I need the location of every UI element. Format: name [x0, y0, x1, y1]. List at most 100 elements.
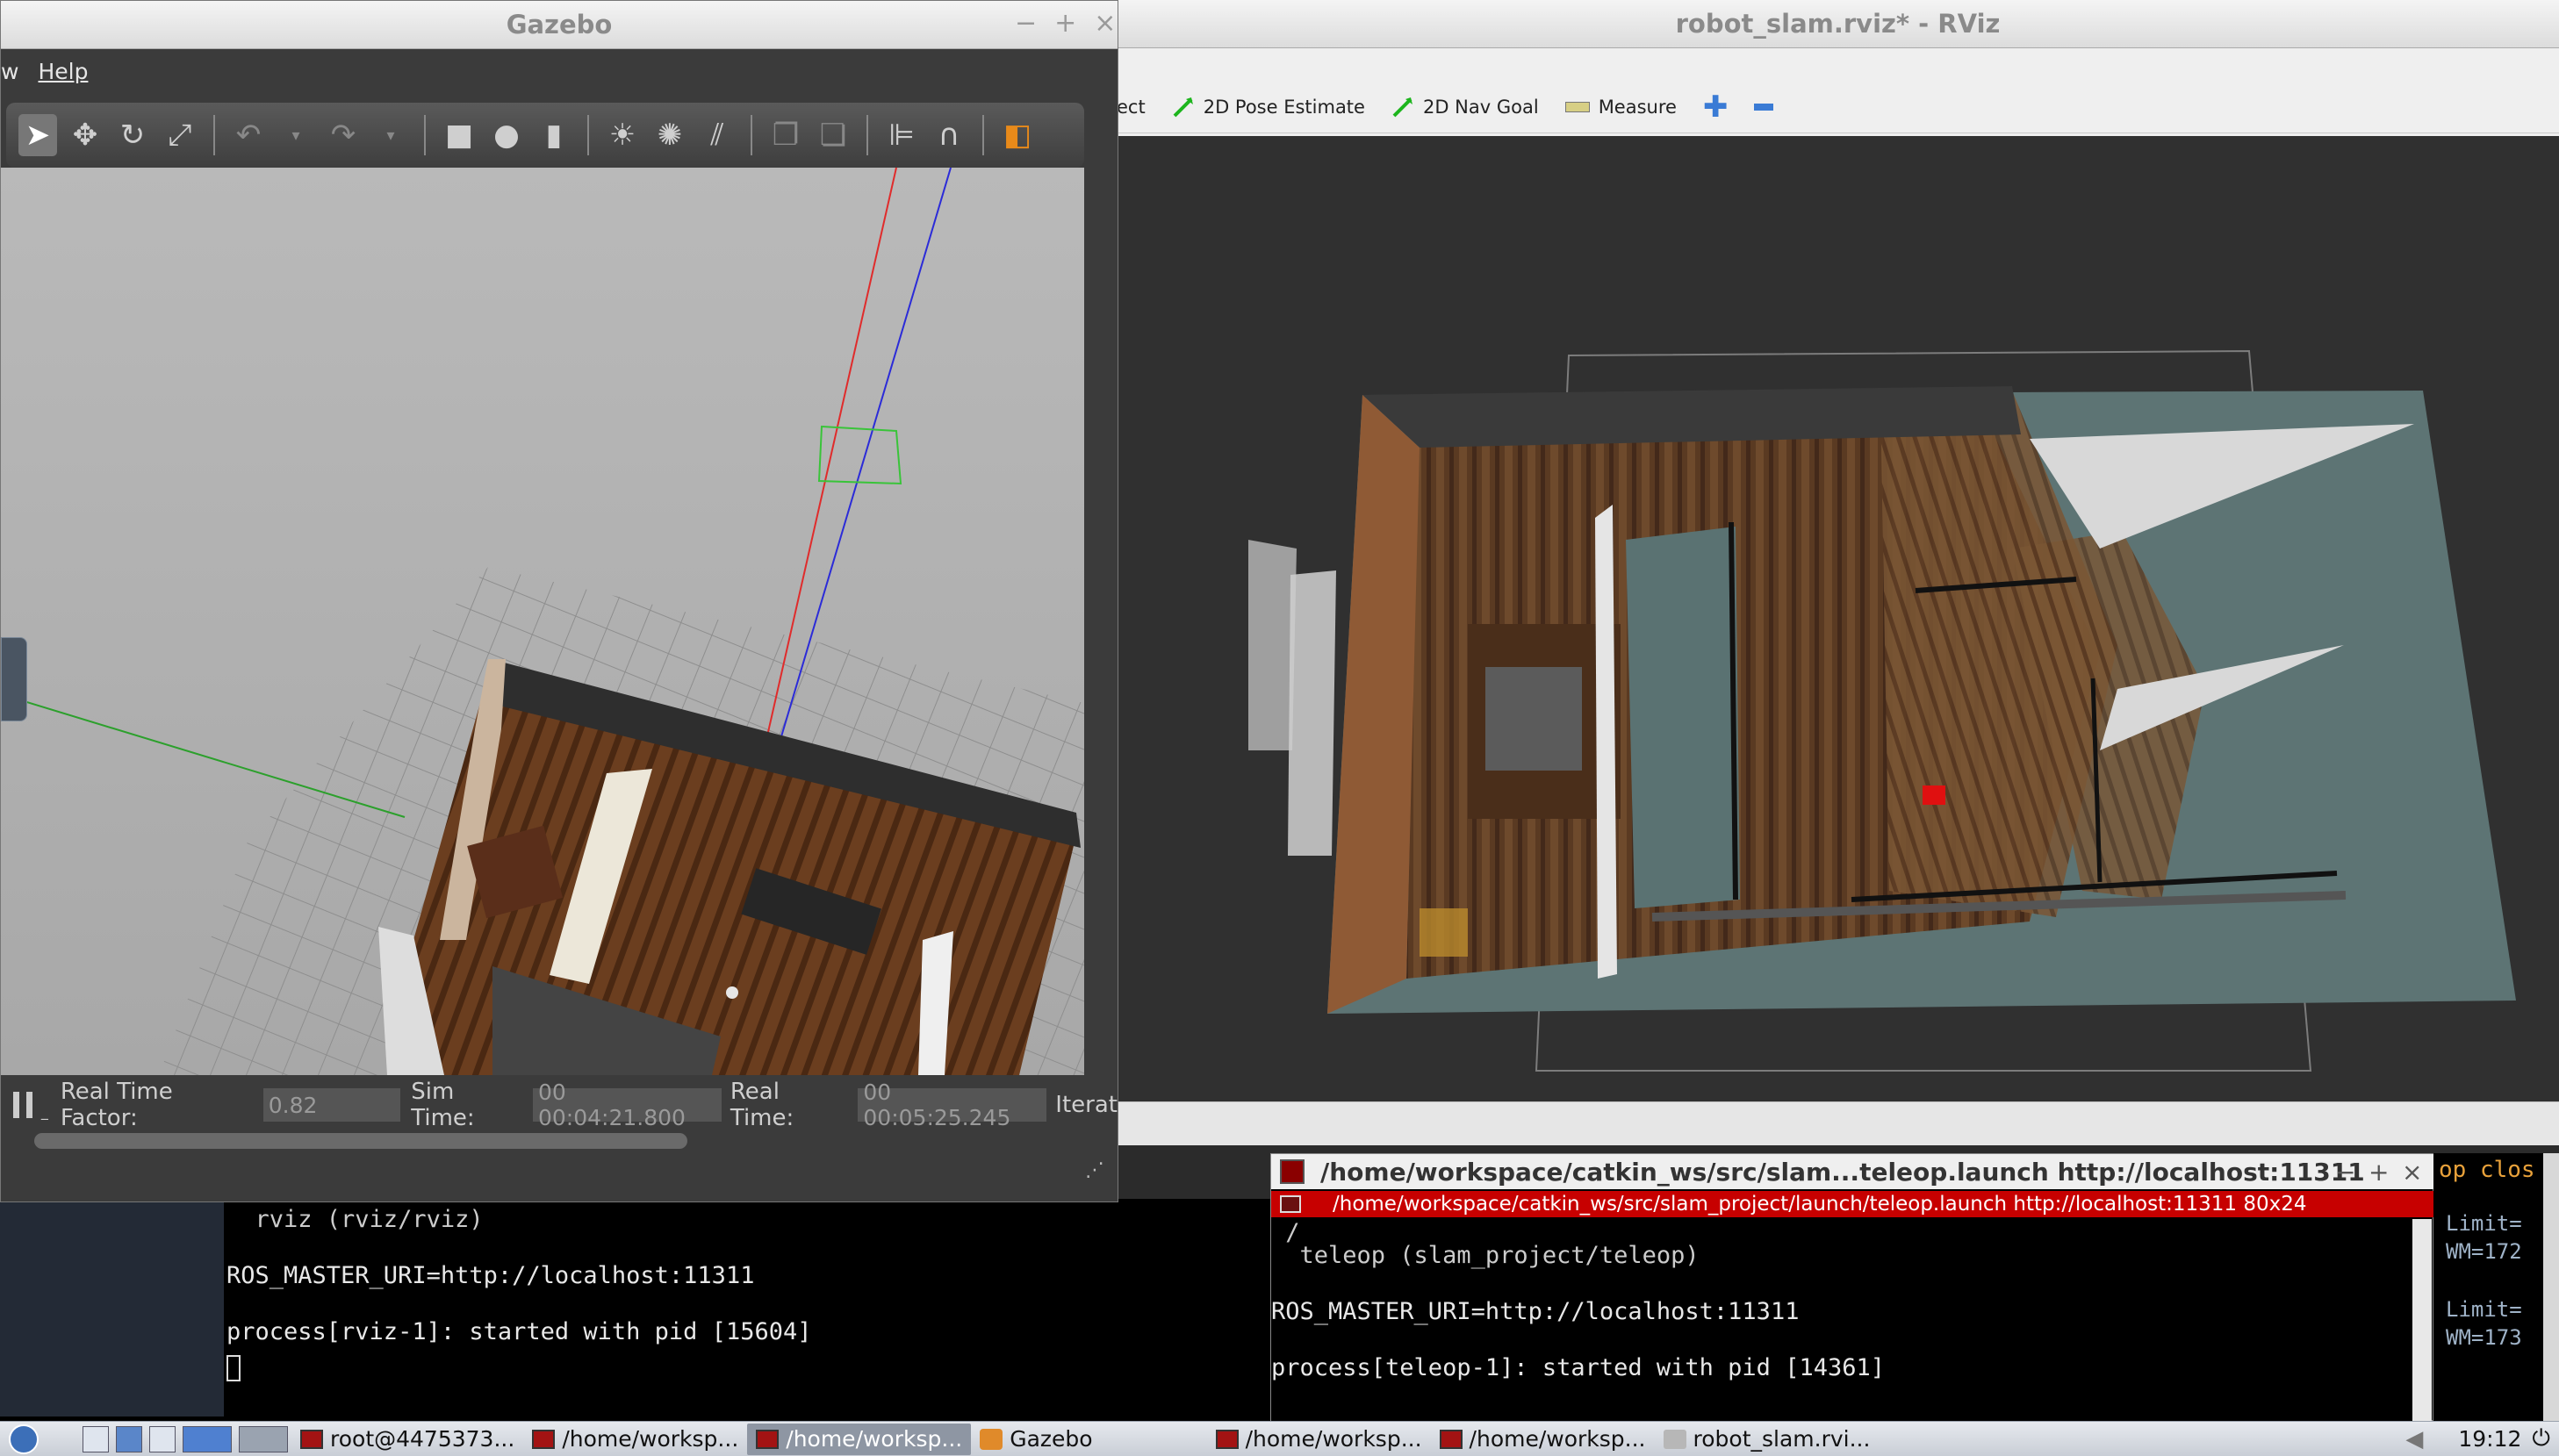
select-icon[interactable]: ➤	[18, 114, 57, 156]
rviz-titlebar[interactable]: robot_slam.rviz* - RViz	[1117, 0, 2559, 48]
rviz-window[interactable]: robot_slam.rviz* - RViz ect 2D Pose Esti…	[1117, 0, 2559, 1145]
rviz-app-icon	[1663, 1429, 1686, 1449]
horizontal-scrollbar[interactable]	[34, 1133, 687, 1149]
rviz-status-area	[1117, 1101, 2559, 1145]
translate-icon[interactable]: ✥	[66, 114, 104, 156]
snap-icon[interactable]: ∩	[930, 114, 968, 156]
terminal-icon	[756, 1429, 780, 1449]
minus-icon	[1754, 103, 1774, 111]
task-terminal-3[interactable]: /home/worksp...	[747, 1423, 972, 1455]
point-light-icon[interactable]: ☀	[603, 114, 642, 156]
directional-light-icon[interactable]: ⫽	[698, 114, 737, 156]
sim-time-label: Sim Time:	[411, 1079, 475, 1131]
plus-icon: ✚	[1702, 89, 1729, 125]
redo-dropdown-icon[interactable]: ▾	[371, 114, 410, 156]
close-icon[interactable]: ×	[1094, 8, 1116, 39]
gazebo-status-bar: _ Real Time Factor: 0.82 Sim Time: 00 00…	[1, 1079, 1118, 1131]
rviz-3d-view[interactable]	[1117, 136, 2559, 1101]
task-rviz[interactable]: robot_slam.rvi...	[1655, 1424, 1880, 1455]
power-icon[interactable]: ⏻	[2532, 1425, 2550, 1452]
scale-icon[interactable]: ⤢	[161, 114, 199, 156]
task-terminal-2[interactable]: /home/worksp...	[523, 1424, 747, 1455]
paste-icon[interactable]: ❏	[814, 114, 852, 156]
measure-tool[interactable]: Measure	[1564, 97, 1677, 118]
taskbar: root@4475373... /home/worksp... /home/wo…	[0, 1421, 2559, 1456]
resize-grip-icon[interactable]: ⋰	[1085, 1159, 1104, 1181]
copy-icon[interactable]: ❐	[766, 114, 805, 156]
sphere-icon[interactable]: ●	[487, 114, 526, 156]
real-time-value: 00 00:05:25.245	[858, 1079, 1047, 1130]
task-label: /home/worksp...	[786, 1426, 963, 1452]
terminal-line: Limit=	[2446, 1211, 2522, 1236]
task-terminal-4[interactable]: /home/worksp...	[1207, 1424, 1431, 1455]
pose-estimate-icon	[1173, 97, 1193, 117]
gazebo-title: Gazebo	[506, 10, 613, 39]
pause-icon[interactable]	[13, 1092, 32, 1118]
panel-toggle-tab[interactable]	[1, 637, 27, 721]
task-label: root@4475373...	[330, 1426, 515, 1452]
rviz-toolbar: ect 2D Pose Estimate 2D Nav Goal Measure…	[1117, 81, 2559, 133]
undo-dropdown-icon[interactable]: ▾	[277, 114, 315, 156]
undo-icon[interactable]: ↶	[229, 114, 268, 156]
task-label: /home/worksp...	[562, 1426, 739, 1452]
teleop-titlebar[interactable]: /home/workspace/catkin_ws/src/slam...tel…	[1271, 1154, 2434, 1189]
gazebo-app-icon	[980, 1428, 1003, 1450]
iterations-label: Iterat	[1055, 1092, 1118, 1118]
minimize-icon[interactable]: −	[1015, 8, 1037, 39]
terminal-line: process[rviz-1]: started with pid [15604…	[226, 1318, 812, 1345]
clock: 19:12	[2458, 1426, 2522, 1452]
remove-tool-button[interactable]	[1754, 103, 1774, 111]
task-label: /home/worksp...	[1245, 1426, 1422, 1452]
gazebo-window[interactable]: Gazebo − + × w Help ➤ ✥ ↻ ⤢ ↶ ▾ ↷ ▾ ■ ● …	[0, 0, 1118, 1202]
nav-goal-tool[interactable]: 2D Nav Goal	[1391, 96, 1539, 118]
align-icon[interactable]: ⊫	[882, 114, 921, 156]
desktop-switcher-icon[interactable]	[183, 1425, 232, 1452]
minimize-icon[interactable]: −	[2335, 1158, 2355, 1187]
maximize-icon[interactable]: +	[2369, 1158, 2389, 1187]
menu-help[interactable]: Help	[38, 59, 88, 84]
teleop-terminal-output[interactable]: / teleop (slam_project/teleop) ROS_MASTE…	[1271, 1219, 2412, 1421]
gazebo-scene-render	[1, 168, 1084, 1075]
terminal-rviz[interactable]: rviz (rviz/rviz) ROS_MASTER_URI=http://l…	[0, 1199, 1270, 1421]
teleop-tab[interactable]: /home/workspace/catkin_ws/src/slam_proje…	[1271, 1191, 2434, 1217]
add-tool-button[interactable]: ✚	[1703, 90, 1729, 125]
rtf-value: 0.82	[262, 1088, 401, 1122]
terminal-cursor	[226, 1355, 241, 1381]
terminal-background-right[interactable]: op clos Limit= WM=172 Limit= WM=173	[2433, 1153, 2559, 1421]
terminal-line: ROS_MASTER_URI=http://localhost:11311	[226, 1262, 755, 1289]
teleop-terminal-window[interactable]: /home/workspace/catkin_ws/src/slam...tel…	[1270, 1153, 2434, 1421]
volume-icon[interactable]: ◀	[2405, 1426, 2423, 1452]
pose-estimate-tool[interactable]: 2D Pose Estimate	[1172, 96, 1365, 118]
right-terminal-scrollbar[interactable]	[2543, 1153, 2559, 1421]
interact-tool[interactable]: ect	[1117, 97, 1146, 118]
menu-view[interactable]: w	[1, 59, 18, 84]
task-root-terminal[interactable]: root@4475373...	[291, 1424, 523, 1455]
slam-map-render	[1248, 349, 2516, 1072]
gazebo-3d-view[interactable]: ⋮	[1, 168, 1084, 1075]
real-time-label: Real Time:	[730, 1079, 794, 1131]
start-menu-icon[interactable]	[9, 1424, 39, 1454]
workspace-icon[interactable]	[239, 1425, 288, 1452]
nav-goal-icon	[1392, 97, 1412, 117]
step-dropdown-icon[interactable]: _	[41, 1103, 48, 1120]
redo-icon[interactable]: ↷	[324, 114, 363, 156]
change-view-icon[interactable]: ◧	[998, 114, 1037, 156]
file-manager-icon[interactable]	[83, 1425, 109, 1452]
task-terminal-5[interactable]: /home/worksp...	[1431, 1424, 1655, 1455]
maximize-icon[interactable]: +	[1054, 8, 1076, 39]
desktop: rviz (rviz/rviz) ROS_MASTER_URI=http://l…	[0, 0, 2559, 1456]
box-icon[interactable]: ■	[440, 114, 478, 156]
pose-estimate-label: 2D Pose Estimate	[1203, 96, 1365, 118]
terminal-launcher-icon[interactable]	[149, 1425, 176, 1452]
spot-light-icon[interactable]: ✺	[651, 114, 689, 156]
close-icon[interactable]: ×	[2402, 1158, 2422, 1187]
browser-icon[interactable]	[116, 1425, 142, 1452]
teleop-scrollbar[interactable]	[2412, 1219, 2432, 1421]
terminal-line: process[teleop-1]: started with pid [143…	[1271, 1354, 1885, 1381]
gazebo-toolbar: ➤ ✥ ↻ ⤢ ↶ ▾ ↷ ▾ ■ ● ▮ ☀ ✺ ⫽ ❐ ❏ ⊫ ∩ ◧	[6, 103, 1084, 168]
rotate-icon[interactable]: ↻	[113, 114, 152, 156]
tab-icon	[1280, 1195, 1301, 1213]
cylinder-icon[interactable]: ▮	[535, 114, 573, 156]
gazebo-titlebar[interactable]: Gazebo − + ×	[1, 1, 1118, 49]
task-gazebo[interactable]: Gazebo	[971, 1424, 1101, 1455]
